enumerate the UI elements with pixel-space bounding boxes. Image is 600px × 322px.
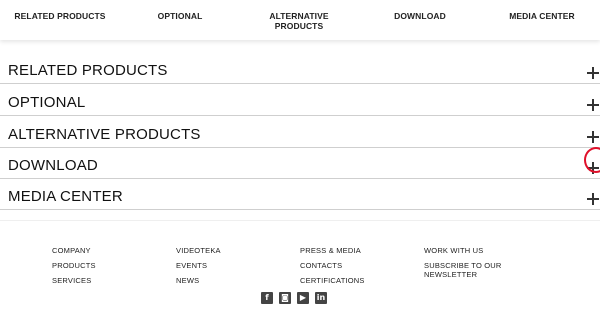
footer-link-contacts[interactable]: CONTACTS (300, 258, 365, 273)
footer-column-press: PRESS & MEDIA CONTACTS CERTIFICATIONS (300, 243, 365, 288)
footer-link-work-with-us[interactable]: WORK WITH US (424, 243, 514, 258)
footer-link-services[interactable]: SERVICES (52, 273, 96, 288)
footer-link-press-media[interactable]: PRESS & MEDIA (300, 243, 365, 258)
footer-link-news[interactable]: NEWS (176, 273, 221, 288)
accordion-label: ALTERNATIVE PRODUCTS (8, 126, 201, 143)
nav-alternative-products[interactable]: ALTERNATIVE PRODUCTS (254, 11, 344, 31)
footer-link-certifications[interactable]: CERTIFICATIONS (300, 273, 365, 288)
top-nav-bar: RELATED PRODUCTS OPTIONAL ALTERNATIVE PR… (0, 0, 600, 40)
accordion-media-center[interactable]: MEDIA CENTER (0, 178, 600, 210)
footer-column-company: COMPANY PRODUCTS SERVICES (52, 243, 96, 288)
plus-icon[interactable] (587, 99, 599, 111)
plus-icon[interactable] (587, 193, 599, 205)
youtube-icon[interactable]: ▶ (297, 292, 309, 304)
footer-link-events[interactable]: EVENTS (176, 258, 221, 273)
accordion-download[interactable]: DOWNLOAD (0, 147, 600, 179)
accordion-label: RELATED PRODUCTS (8, 62, 168, 79)
accordion-label: MEDIA CENTER (8, 188, 123, 205)
footer-link-products[interactable]: PRODUCTS (52, 258, 96, 273)
linkedin-icon[interactable]: in (315, 292, 327, 304)
footer-link-videoteka[interactable]: VIDEOTEKA (176, 243, 221, 258)
accordion-label: DOWNLOAD (8, 157, 98, 174)
plus-icon[interactable] (587, 67, 599, 79)
footer: COMPANY PRODUCTS SERVICES VIDEOTEKA EVEN… (0, 238, 600, 322)
social-links: f ◙ ▶ in (261, 292, 327, 304)
footer-link-newsletter[interactable]: SUBSCRIBE TO OUR NEWSLETTER (424, 261, 514, 279)
instagram-icon[interactable]: ◙ (279, 292, 291, 304)
footer-divider (0, 220, 600, 221)
footer-link-company[interactable]: COMPANY (52, 243, 96, 258)
footer-column-media: VIDEOTEKA EVENTS NEWS (176, 243, 221, 288)
facebook-icon[interactable]: f (261, 292, 273, 304)
nav-optional[interactable]: OPTIONAL (150, 11, 210, 21)
accordion-alternative-products[interactable]: ALTERNATIVE PRODUCTS (0, 116, 600, 148)
accordion-optional[interactable]: OPTIONAL (0, 84, 600, 116)
footer-column-work: WORK WITH US SUBSCRIBE TO OUR NEWSLETTER (424, 243, 514, 279)
nav-media-center[interactable]: MEDIA CENTER (504, 11, 580, 21)
accordion-related-products[interactable]: RELATED PRODUCTS (0, 52, 600, 84)
plus-icon[interactable] (587, 162, 599, 174)
nav-related-products[interactable]: RELATED PRODUCTS (14, 11, 106, 21)
plus-icon[interactable] (587, 131, 599, 143)
divider (0, 209, 600, 210)
nav-download[interactable]: DOWNLOAD (390, 11, 450, 21)
accordion-label: OPTIONAL (8, 94, 86, 111)
